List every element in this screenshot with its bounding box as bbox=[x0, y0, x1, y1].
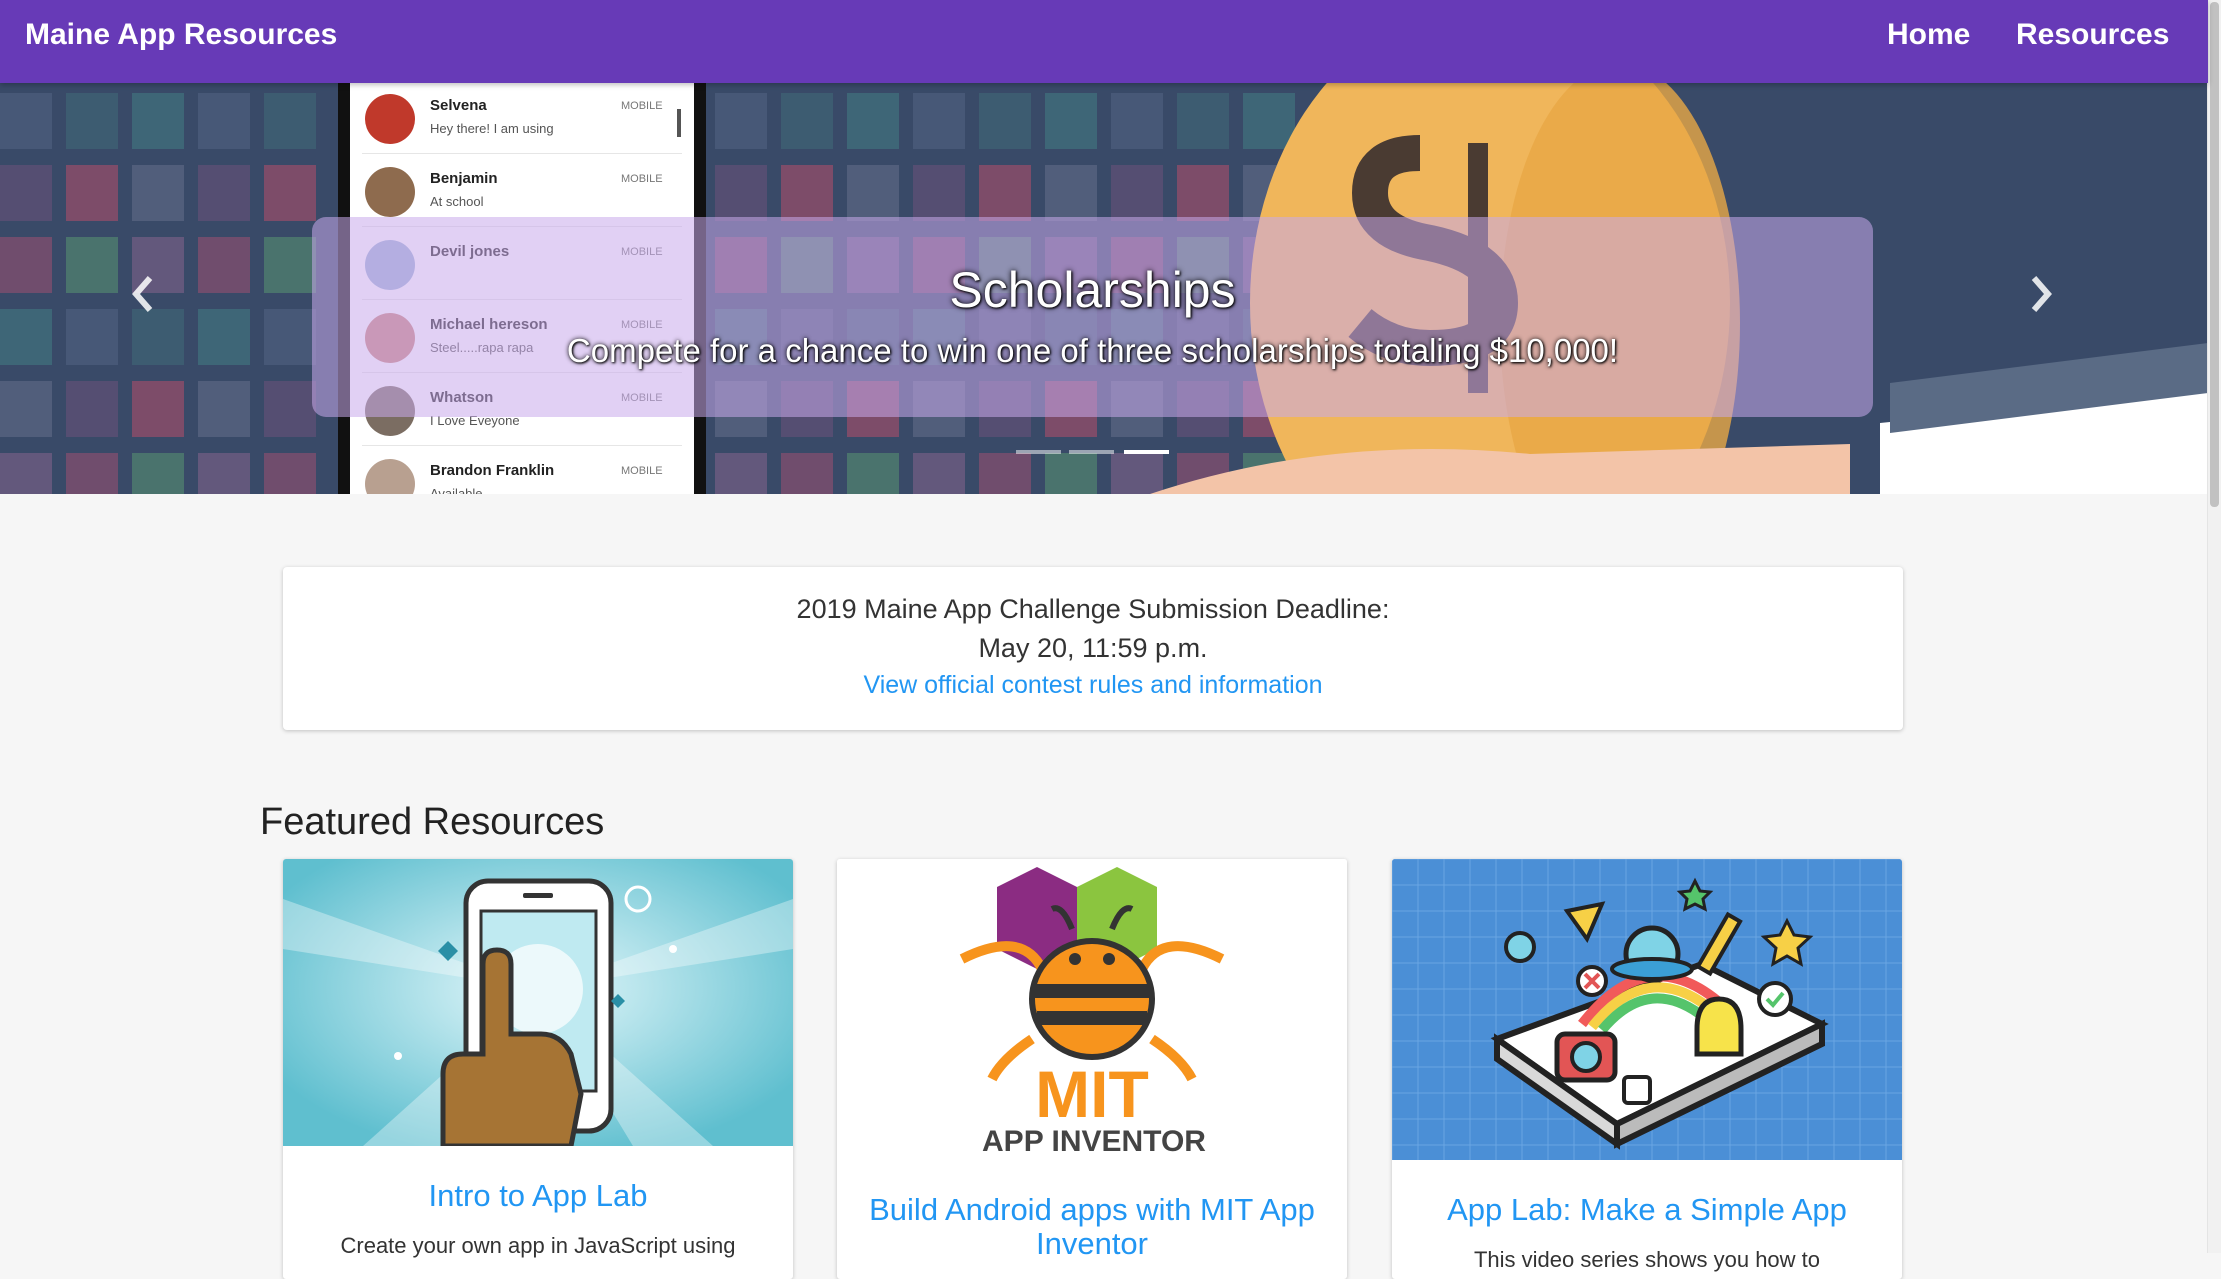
card-text-simple-app: This video series shows you how to bbox=[1473, 1247, 1821, 1272]
carousel-indicator-1[interactable] bbox=[1016, 450, 1061, 454]
nav-resources-link[interactable]: Resources bbox=[2016, 0, 2169, 69]
chevron-right-icon[interactable] bbox=[2020, 264, 2060, 324]
contact-name: Benjamin bbox=[430, 170, 498, 187]
deadline-heading: 2019 Maine App Challenge Submission Dead… bbox=[796, 594, 1390, 624]
contact-avatar bbox=[365, 167, 415, 217]
carousel-indicator-3[interactable] bbox=[1124, 450, 1169, 454]
resource-card-intro-app-lab[interactable]: Intro to App Lab Create your own app in … bbox=[283, 859, 793, 1279]
card-title-intro-app-lab[interactable]: Intro to App Lab bbox=[283, 1179, 793, 1213]
contact-status: At school bbox=[430, 194, 484, 209]
contact-status: Hey there! I am using bbox=[430, 121, 554, 136]
top-navbar: Maine App Resources Home Resources bbox=[0, 0, 2208, 83]
deadline-date: May 20, 11:59 p.m. bbox=[978, 633, 1208, 663]
mit-logo-text: MIT bbox=[1035, 1057, 1149, 1131]
touch-phone-illustration bbox=[283, 859, 793, 1146]
contact-tag: MOBILE bbox=[621, 173, 663, 185]
carousel-title: Scholarships bbox=[949, 262, 1236, 318]
carousel-indicator-2[interactable] bbox=[1069, 450, 1114, 454]
chevron-left-icon[interactable] bbox=[124, 264, 164, 324]
deadline-card: 2019 Maine App Challenge Submission Dead… bbox=[283, 567, 1903, 730]
card-title-simple-app[interactable]: App Lab: Make a Simple App bbox=[1392, 1193, 1902, 1227]
app-lab-phone-illustration bbox=[1392, 859, 1902, 1160]
contact-status: Available bbox=[430, 486, 483, 494]
resource-card-mit-app-inventor[interactable]: MIT APP INVENTOR Build Android apps with… bbox=[837, 859, 1347, 1279]
brand-title[interactable]: Maine App Resources bbox=[25, 0, 337, 69]
scrollbar-thumb[interactable] bbox=[2210, 2, 2219, 507]
featured-resources-heading: Featured Resources bbox=[260, 801, 605, 843]
card-title-mit-app-inventor[interactable]: Build Android apps with MIT App Inventor bbox=[837, 1193, 1347, 1261]
carousel-caption: Compete for a chance to win one of three… bbox=[566, 332, 1619, 369]
contact-name: Brandon Franklin bbox=[430, 462, 555, 479]
contact-name: Selvena bbox=[430, 97, 487, 114]
resource-card-simple-app[interactable]: App Lab: Make a Simple App This video se… bbox=[1392, 859, 1902, 1279]
page-scrollbar[interactable] bbox=[2207, 0, 2221, 1253]
hero-carousel: Selvena Hey there! I am using MOBILE Benjam… bbox=[0, 83, 2208, 494]
card-text-intro-app-lab: Create your own app in JavaScript using bbox=[340, 1233, 736, 1258]
contact-avatar bbox=[365, 94, 415, 144]
mit-app-inventor-logo: MIT APP INVENTOR bbox=[837, 859, 1347, 1159]
contest-rules-link[interactable]: View official contest rules and informat… bbox=[283, 671, 1903, 700]
contact-tag: MOBILE bbox=[621, 465, 663, 477]
app-inventor-logo-text: APP INVENTOR bbox=[982, 1125, 1206, 1158]
contact-tag: MOBILE bbox=[621, 100, 663, 112]
nav-home-link[interactable]: Home bbox=[1887, 0, 1970, 69]
